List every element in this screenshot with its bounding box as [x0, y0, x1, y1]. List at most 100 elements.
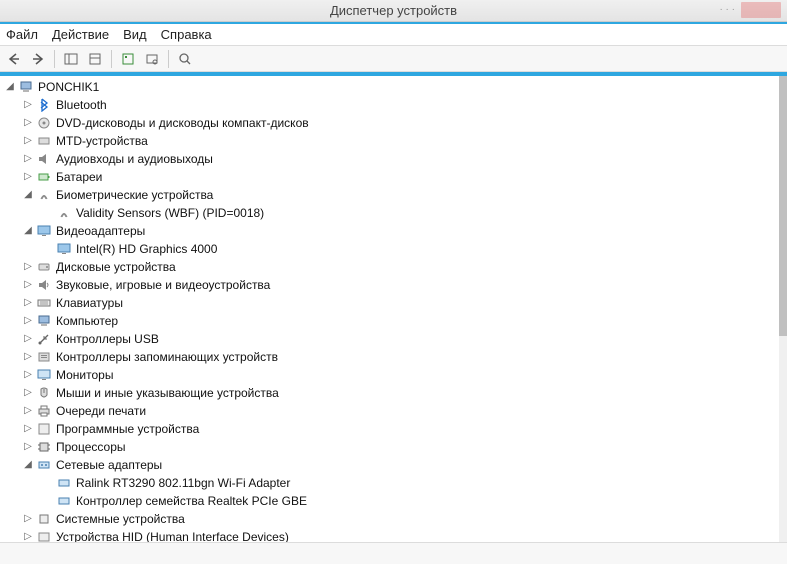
node-label: Очереди печати — [56, 402, 146, 420]
category-node[interactable]: ▷ Программные устройства — [22, 420, 779, 438]
category-node[interactable]: ▷ Мыши и иные указывающие устройства — [22, 384, 779, 402]
category-node[interactable]: ▷ Системные устройства — [22, 510, 779, 528]
expander-icon[interactable]: ◢ — [22, 222, 34, 240]
vertical-scrollbar[interactable] — [779, 76, 787, 542]
expander-icon[interactable]: ▷ — [22, 258, 34, 276]
root-node[interactable]: ◢ PONCHIK1 ▷ Bluetooth ▷ DVD-дисководы и… — [4, 78, 779, 542]
device-tree[interactable]: ◢ PONCHIK1 ▷ Bluetooth ▷ DVD-дисководы и… — [4, 78, 779, 542]
category-node[interactable]: ▷ Звуковые, игровые и видеоустройства — [22, 276, 779, 294]
window-close-button[interactable] — [741, 2, 781, 18]
back-button[interactable] — [4, 49, 24, 69]
expander-icon[interactable]: ▷ — [22, 168, 34, 186]
node-label: Контроллер семейства Realtek PCIe GBE — [76, 492, 307, 510]
category-node[interactable]: ▷ DVD-дисководы и дисководы компакт-диск… — [22, 114, 779, 132]
audio-icon — [36, 151, 52, 167]
node-label: Мониторы — [56, 366, 113, 384]
node-label: Батареи — [56, 168, 102, 186]
menubar: Файл Действие Вид Справка — [0, 24, 787, 46]
node-label: Биометрические устройства — [56, 186, 213, 204]
category-node[interactable]: ▷ Батареи — [22, 168, 779, 186]
category-node[interactable]: ▷ Клавиатуры — [22, 294, 779, 312]
expander-icon[interactable]: ▷ — [22, 312, 34, 330]
expander-icon[interactable]: ▷ — [22, 348, 34, 366]
device-node[interactable]: Validity Sensors (WBF) (PID=0018) — [42, 204, 779, 222]
expander-icon[interactable]: ▷ — [22, 330, 34, 348]
node-label: Мыши и иные указывающие устройства — [56, 384, 279, 402]
properties-button[interactable] — [85, 49, 105, 69]
toolbar-separator — [111, 50, 112, 68]
node-label: Дисковые устройства — [56, 258, 176, 276]
forward-button[interactable] — [28, 49, 48, 69]
category-node[interactable]: ▷ Компьютер — [22, 312, 779, 330]
expander-icon[interactable]: ▷ — [22, 438, 34, 456]
expander-icon[interactable]: ◢ — [4, 78, 16, 96]
expander-icon[interactable]: ▷ — [22, 132, 34, 150]
toolbar-separator — [54, 50, 55, 68]
expander-icon[interactable]: ▷ — [22, 510, 34, 528]
node-label: Клавиатуры — [56, 294, 123, 312]
category-node[interactable]: ◢ Сетевые адаптеры Ralink RT3290 802.11b… — [22, 456, 779, 510]
scrollbar-thumb[interactable] — [779, 76, 787, 336]
expander-icon[interactable]: ▷ — [22, 294, 34, 312]
software-device-icon — [36, 421, 52, 437]
device-tree-area: ◢ PONCHIK1 ▷ Bluetooth ▷ DVD-дисководы и… — [0, 76, 787, 542]
category-node[interactable]: ▷ Мониторы — [22, 366, 779, 384]
usb-icon — [36, 331, 52, 347]
expander-icon[interactable]: ◢ — [22, 186, 34, 204]
menu-view[interactable]: Вид — [123, 27, 147, 42]
processor-icon — [36, 439, 52, 455]
node-label: Bluetooth — [56, 96, 107, 114]
category-node[interactable]: ▷ Контроллеры запоминающих устройств — [22, 348, 779, 366]
expander-icon[interactable]: ▷ — [22, 402, 34, 420]
node-label: Контроллеры запоминающих устройств — [56, 348, 278, 366]
menu-file[interactable]: Файл — [6, 27, 38, 42]
category-node[interactable]: ▷ MTD-устройства — [22, 132, 779, 150]
menu-action[interactable]: Действие — [52, 27, 109, 42]
category-node[interactable]: ▷ Очереди печати — [22, 402, 779, 420]
network-adapter-icon — [56, 475, 72, 491]
category-node[interactable]: ▷ Устройства HID (Human Interface Device… — [22, 528, 779, 542]
show-hide-console-button[interactable] — [61, 49, 81, 69]
expander-icon[interactable]: ▷ — [22, 384, 34, 402]
expander-icon[interactable]: ▷ — [22, 96, 34, 114]
category-node[interactable]: ◢ Видеоадаптеры Intel(R) HD Graphics 400… — [22, 222, 779, 258]
expander-icon[interactable]: ◢ — [22, 456, 34, 474]
expander-icon[interactable]: ▷ — [22, 420, 34, 438]
disk-icon — [36, 259, 52, 275]
expander-icon[interactable]: ▷ — [22, 276, 34, 294]
hid-icon — [36, 529, 52, 542]
window-titlebar: Диспетчер устройств · · · — [0, 0, 787, 22]
category-node[interactable]: ▷ Контроллеры USB — [22, 330, 779, 348]
expander-icon[interactable]: ▷ — [22, 150, 34, 168]
category-node[interactable]: ▷ Дисковые устройства — [22, 258, 779, 276]
statusbar — [0, 542, 787, 564]
menu-help[interactable]: Справка — [161, 27, 212, 42]
node-label: Компьютер — [56, 312, 118, 330]
storage-controller-icon — [36, 349, 52, 365]
node-label: Аудиовходы и аудиовыходы — [56, 150, 213, 168]
help-button[interactable] — [118, 49, 138, 69]
device-node[interactable]: Ralink RT3290 802.11bgn Wi-Fi Adapter — [42, 474, 779, 492]
sound-icon — [36, 277, 52, 293]
bluetooth-icon — [36, 97, 52, 113]
expander-icon[interactable]: ▷ — [22, 528, 34, 542]
node-label: Видеоадаптеры — [56, 222, 145, 240]
expander-icon[interactable]: ▷ — [22, 114, 34, 132]
biometric-icon — [56, 205, 72, 221]
biometric-icon — [36, 187, 52, 203]
keyboard-icon — [36, 295, 52, 311]
category-node[interactable]: ◢ Биометрические устройства Validity Sen… — [22, 186, 779, 222]
expander-icon[interactable]: ▷ — [22, 366, 34, 384]
window-control-dots[interactable]: · · · — [719, 4, 735, 15]
category-node[interactable]: ▷ Процессоры — [22, 438, 779, 456]
device-node[interactable]: Intel(R) HD Graphics 4000 — [42, 240, 779, 258]
search-button[interactable] — [175, 49, 195, 69]
device-icon — [36, 133, 52, 149]
node-label: Звуковые, игровые и видеоустройства — [56, 276, 270, 294]
node-label: Intel(R) HD Graphics 4000 — [76, 240, 217, 258]
device-node[interactable]: Контроллер семейства Realtek PCIe GBE — [42, 492, 779, 510]
node-label: PONCHIK1 — [38, 78, 99, 96]
category-node[interactable]: ▷ Аудиовходы и аудиовыходы — [22, 150, 779, 168]
scan-button[interactable] — [142, 49, 162, 69]
category-node[interactable]: ▷ Bluetooth — [22, 96, 779, 114]
